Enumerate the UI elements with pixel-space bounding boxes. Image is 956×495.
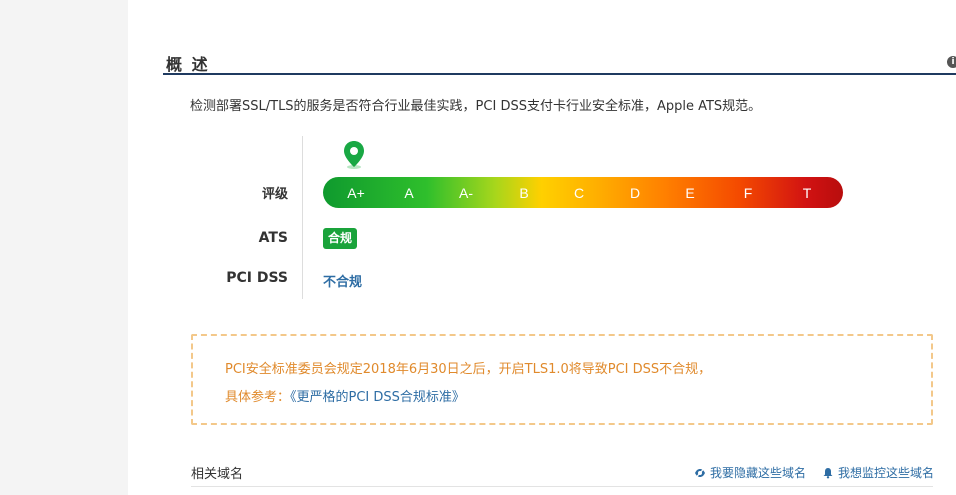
pci-label: PCI DSS xyxy=(226,270,288,286)
grade-b: B xyxy=(519,185,529,201)
notice-box xyxy=(191,334,933,425)
map-pin-icon xyxy=(344,141,364,169)
info-icon[interactable]: i xyxy=(947,56,956,68)
vertical-divider xyxy=(302,136,303,299)
hide-domains-label: 我要隐藏这些域名 xyxy=(710,466,807,480)
rating-label: 评级 xyxy=(261,187,288,202)
title-divider xyxy=(163,73,956,75)
related-divider xyxy=(191,486,933,487)
related-domains-title: 相关域名 xyxy=(191,467,244,482)
section-title: 概 述 xyxy=(166,55,210,74)
overview-description: 检测部署SSL/TLS的服务是否符合行业最佳实践，PCI DSS支付卡行业安全标… xyxy=(190,99,762,114)
pci-status[interactable]: 不合规 xyxy=(323,271,362,290)
pci-standard-link[interactable]: 《更严格的PCI DSS合规标准》 xyxy=(290,390,465,405)
grade-a: A xyxy=(404,185,414,201)
notice-ref-prefix: 具体参考： xyxy=(225,390,291,405)
monitor-domains-button[interactable]: 我想监控这些域名 xyxy=(822,464,934,481)
hide-domains-button[interactable]: 我要隐藏这些域名 xyxy=(694,464,806,481)
eye-icon xyxy=(695,467,705,478)
grade-f: F xyxy=(743,185,753,201)
grade-t: T xyxy=(802,185,812,201)
grade-a-minus: A- xyxy=(459,185,473,201)
ats-status-badge: 合规 xyxy=(323,228,358,249)
grade-a-plus: A+ xyxy=(347,185,365,201)
grade-c: C xyxy=(573,185,585,201)
ats-label: ATS xyxy=(258,230,288,246)
notice-reference: 具体参考：《更严格的PCI DSS合规标准》 xyxy=(225,386,465,405)
grade-e: E xyxy=(685,185,695,201)
grade-d: D xyxy=(629,185,641,201)
notice-text: PCI安全标准委员会规定2018年6月30日之后，开启TLS1.0将导致PCI … xyxy=(225,362,712,377)
monitor-domains-label: 我想监控这些域名 xyxy=(838,466,935,480)
bell-icon xyxy=(823,467,833,478)
